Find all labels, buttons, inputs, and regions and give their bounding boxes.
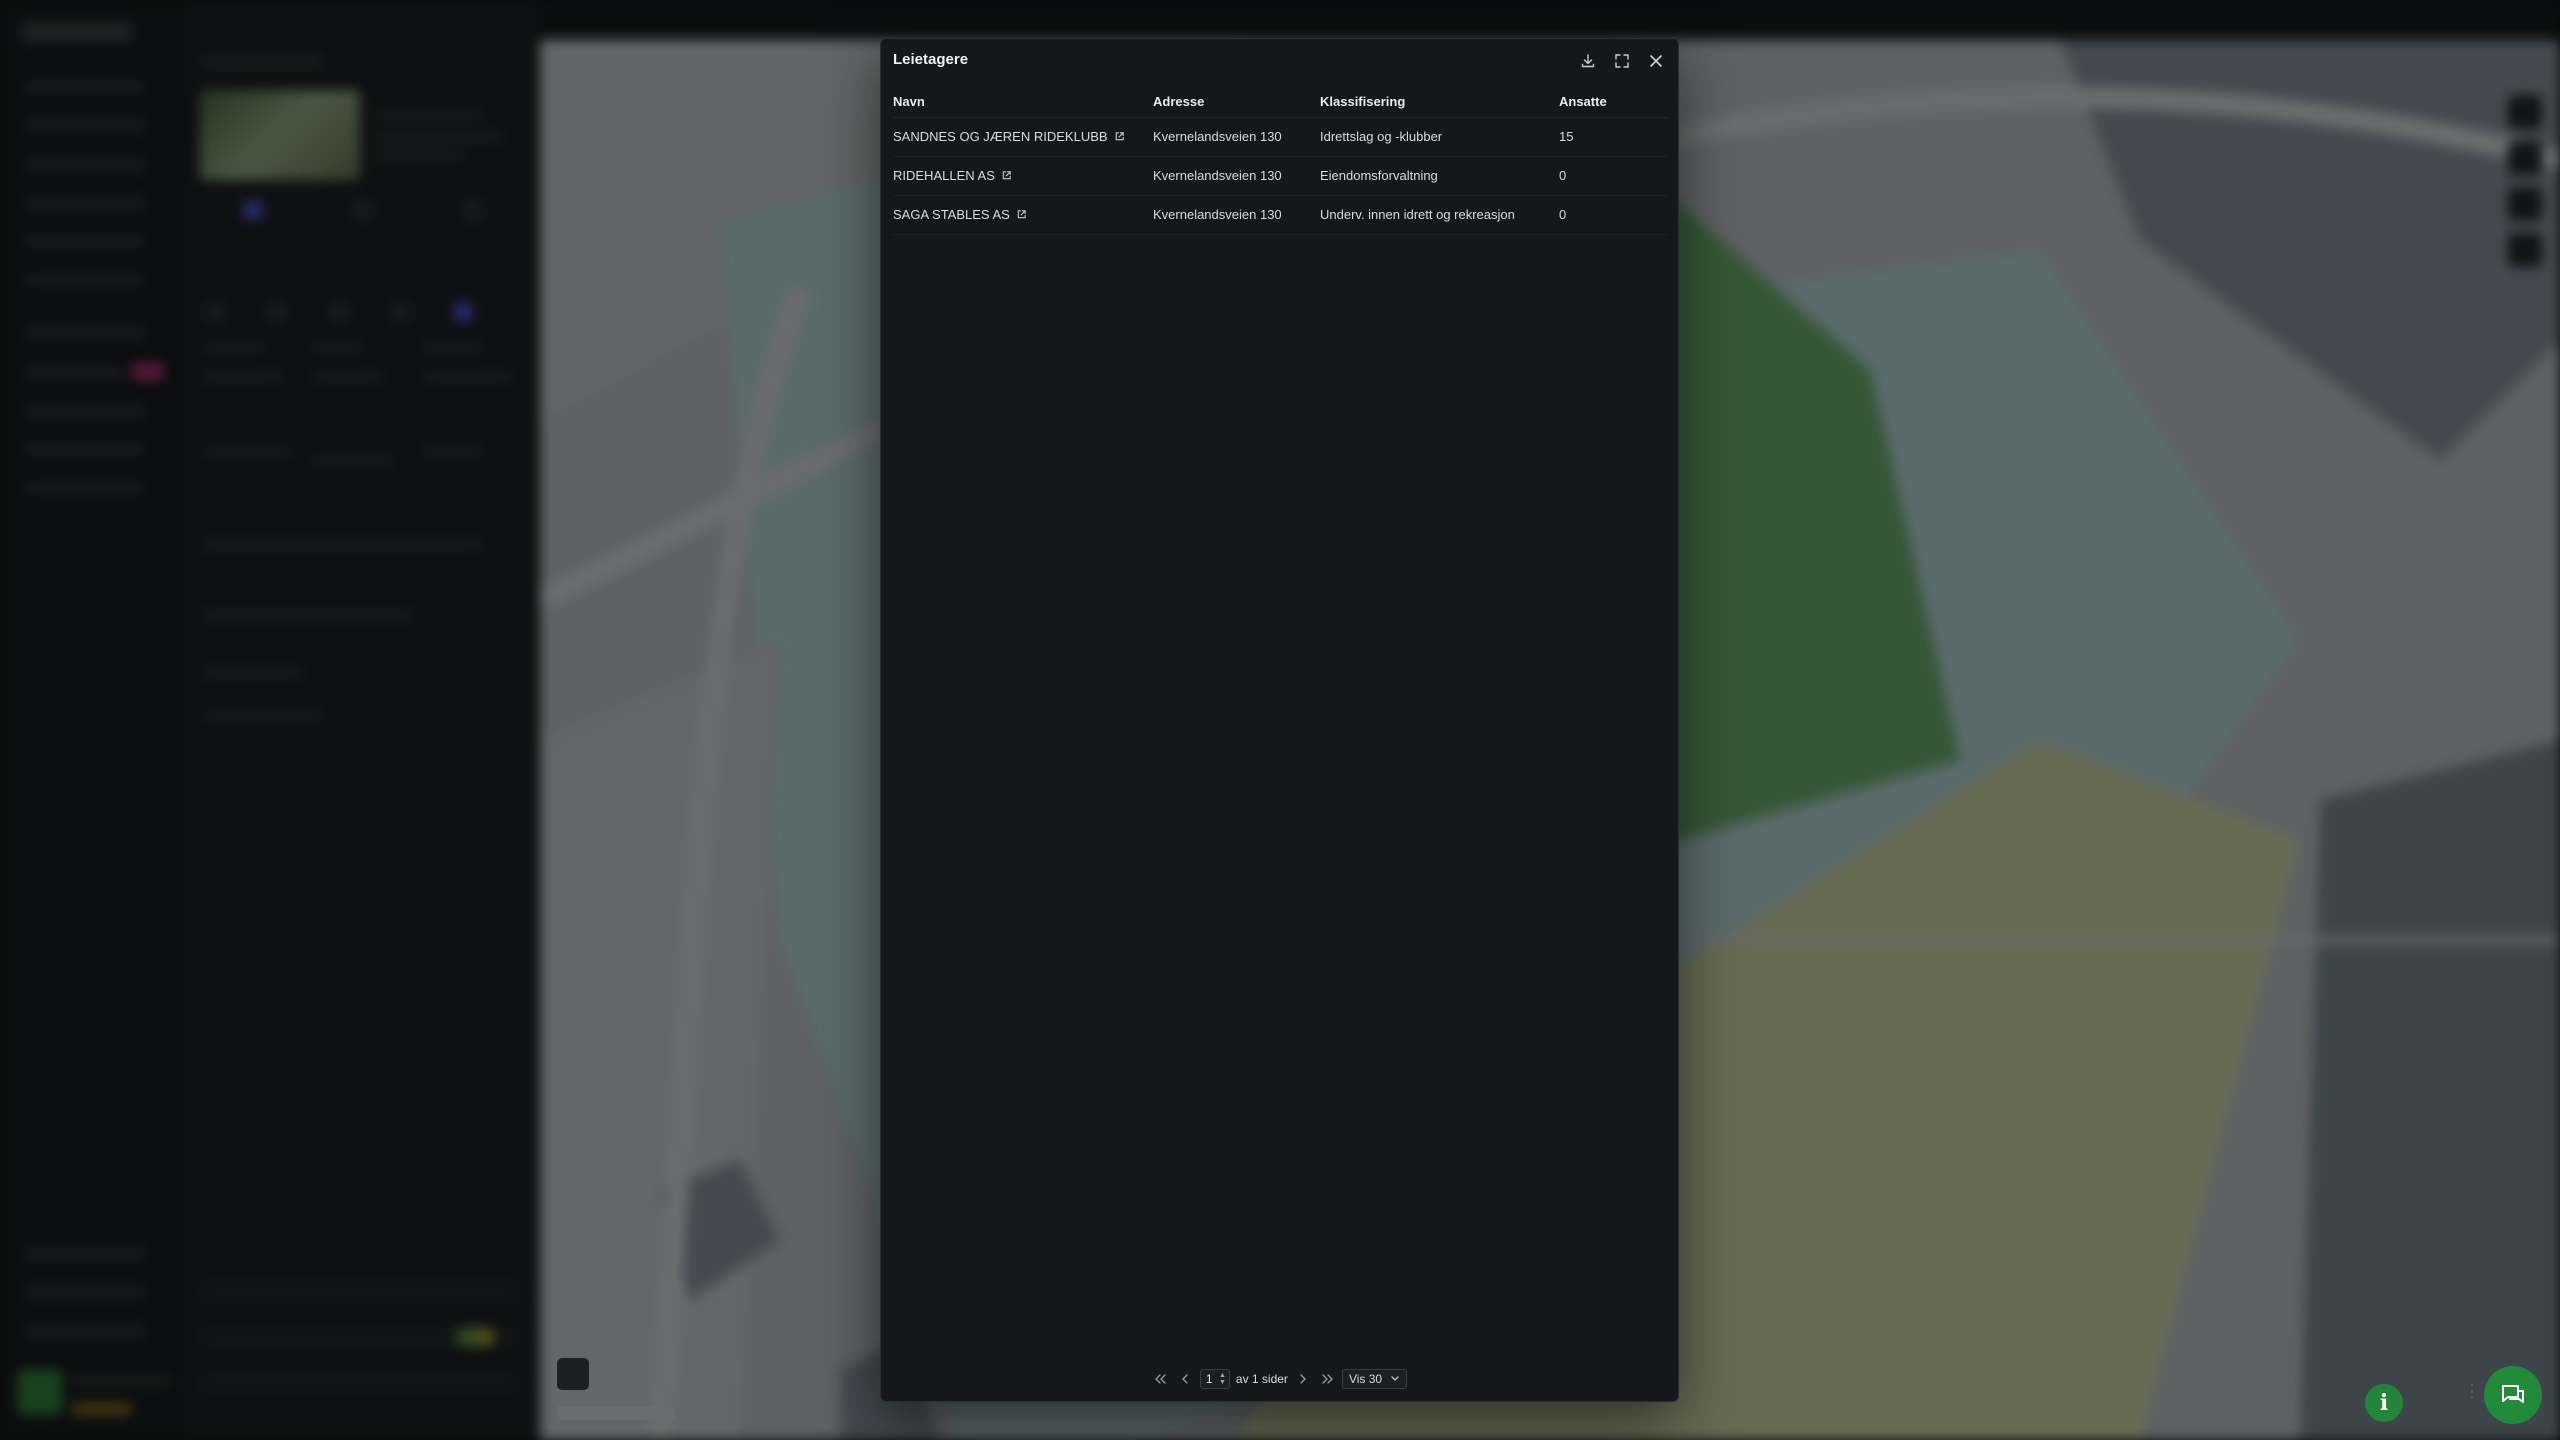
tenant-link[interactable]: SAGA STABLES AS	[893, 207, 1027, 222]
fullscreen-button[interactable]	[1608, 47, 1636, 75]
info-button[interactable]: i	[2365, 1384, 2403, 1422]
external-link-icon	[1002, 171, 1011, 180]
page-size-select[interactable]: Vis 30	[1341, 1369, 1408, 1389]
map-layer-button[interactable]	[557, 1358, 589, 1390]
prev-page-button[interactable]	[1176, 1368, 1194, 1390]
pagination: 1 ▲ ▼ av 1 sider Vis 30	[881, 1367, 1678, 1391]
tenant-name: SAGA STABLES AS	[893, 207, 1010, 222]
tenant-name-cell: RIDEHALLEN AS	[893, 156, 1153, 195]
tenant-name-cell: SANDNES OG JÆREN RIDEKLUBB	[893, 117, 1153, 156]
close-icon	[1650, 55, 1662, 67]
tenant-employees: 15	[1559, 129, 1574, 144]
tenant-link[interactable]: RIDEHALLEN AS	[893, 168, 1012, 183]
tenant-name-cell: SAGA STABLES AS	[893, 195, 1153, 234]
tenant-employees: 0	[1559, 168, 1567, 183]
close-button[interactable]	[1642, 47, 1670, 75]
download-button[interactable]	[1574, 47, 1602, 75]
chevron-down-icon	[1391, 1376, 1399, 1381]
download-icon	[1581, 54, 1595, 68]
chat-button[interactable]	[2484, 1366, 2542, 1424]
expand-icon	[1615, 54, 1629, 68]
tenant-link[interactable]: SANDNES OG JÆREN RIDEKLUBB	[893, 129, 1125, 144]
app-root: Leietagere Navn Adresse Klassifisering A…	[0, 0, 2560, 1440]
external-link-icon	[1115, 132, 1124, 141]
table-row: SANDNES OG JÆREN RIDEKLUBB Kvernelandsve…	[893, 117, 1668, 156]
drag-handle-icon[interactable]: ⋮⋮	[2463, 1382, 2501, 1408]
double-chevron-right-icon	[1322, 1374, 1333, 1384]
info-icon: i	[2379, 1390, 2389, 1416]
column-header-classification[interactable]: Klassifisering	[1320, 87, 1559, 118]
page-size-value: Vis 30	[1348, 1372, 1383, 1386]
page-total-text: av 1 sider	[1235, 1372, 1288, 1386]
column-header-name[interactable]: Navn	[893, 87, 1153, 118]
tenant-classification: Underv. innen idrett og rekreasjon	[1320, 207, 1515, 222]
tenant-name: RIDEHALLEN AS	[893, 168, 995, 183]
chevron-right-icon	[1300, 1374, 1306, 1384]
table-row: SAGA STABLES AS Kvernelandsveien 130 Und…	[893, 195, 1668, 234]
modal-header: Leietagere	[881, 39, 1678, 81]
chat-icon	[2502, 1385, 2524, 1403]
table-header-row: Navn Adresse Klassifisering Ansatte	[893, 87, 1668, 118]
page-number-input[interactable]: 1 ▲ ▼	[1199, 1369, 1230, 1389]
last-page-button[interactable]	[1318, 1368, 1336, 1390]
external-link-icon	[1017, 210, 1026, 219]
tenant-address: Kvernelandsveien 130	[1153, 129, 1282, 144]
tenant-name: SANDNES OG JÆREN RIDEKLUBB	[893, 129, 1108, 144]
column-header-employees[interactable]: Ansatte	[1559, 87, 1668, 118]
tenant-address: Kvernelandsveien 130	[1153, 207, 1282, 222]
page-number-value: 1	[1205, 1372, 1213, 1386]
first-page-button[interactable]	[1152, 1368, 1170, 1390]
modal-title: Leietagere	[893, 51, 969, 68]
map-scale-bar	[557, 1406, 675, 1420]
chevron-left-icon	[1181, 1374, 1188, 1384]
tenant-employees: 0	[1559, 207, 1567, 222]
table-row: RIDEHALLEN AS Kvernelandsveien 130 Eiend…	[893, 156, 1668, 195]
tenant-classification: Eiendomsforvaltning	[1320, 168, 1438, 183]
column-header-address[interactable]: Adresse	[1153, 87, 1320, 118]
tenant-address: Kvernelandsveien 130	[1153, 168, 1282, 183]
tenants-modal: Leietagere Navn Adresse Klassifisering A…	[880, 38, 1679, 1402]
modal-actions	[1574, 47, 1670, 75]
double-chevron-left-icon	[1154, 1374, 1166, 1384]
next-page-button[interactable]	[1294, 1368, 1312, 1390]
spinner-icon[interactable]: ▲ ▼	[1219, 1372, 1226, 1386]
tenants-table: Navn Adresse Klassifisering Ansatte SAND…	[893, 87, 1668, 235]
tenant-classification: Idrettslag og -klubber	[1320, 129, 1443, 144]
